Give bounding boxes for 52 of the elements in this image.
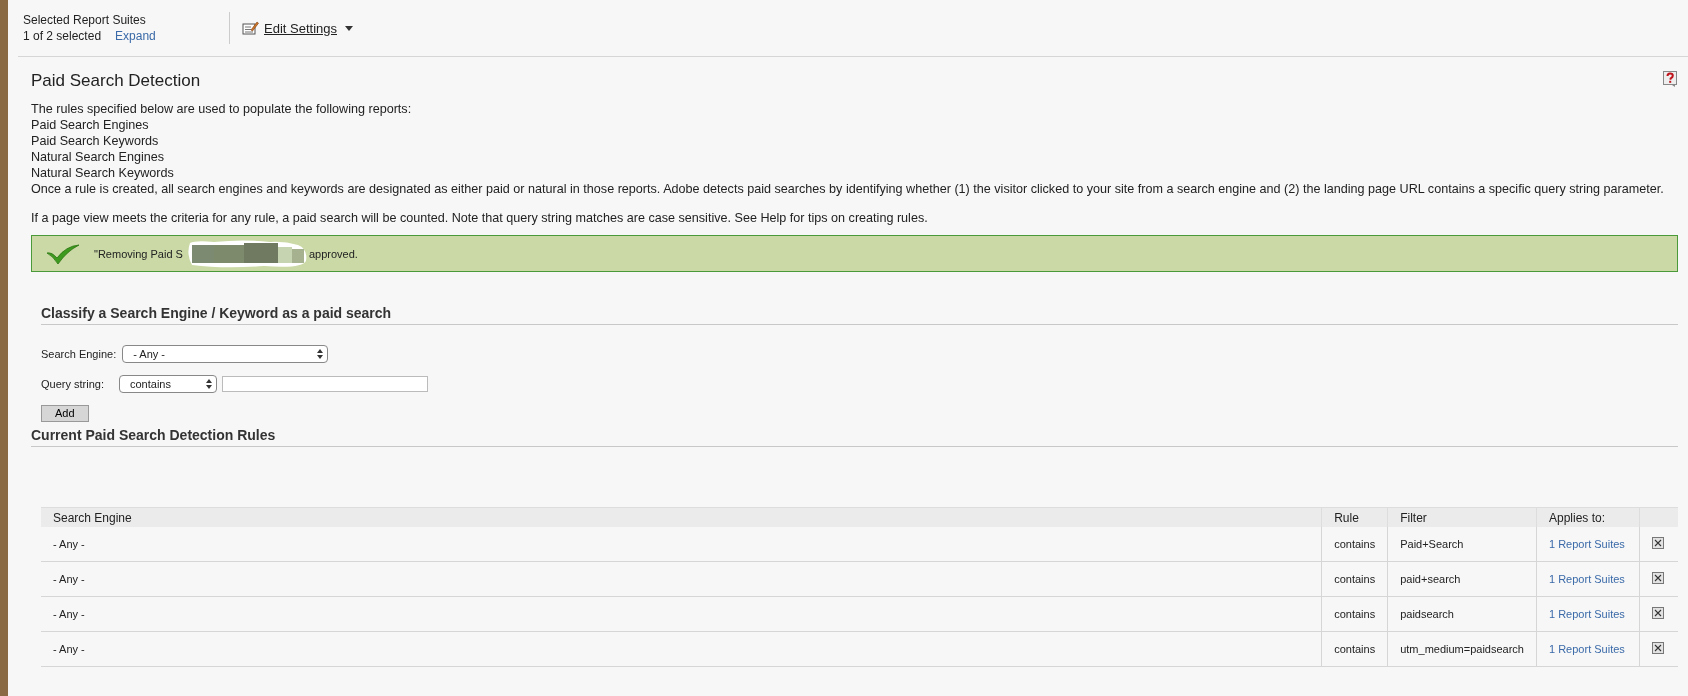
table-cell: - Any - [41,596,1322,632]
checkmark-icon [46,242,80,265]
suites-label: Selected Report Suites [23,12,147,28]
column-header: Rule [1321,507,1388,527]
table-cell: contains [1321,631,1388,667]
edit-document-icon [242,21,259,35]
expand-link[interactable]: Expand [115,28,156,44]
table-cell: paid+search [1387,561,1537,597]
search-engine-select[interactable]: - Any - [122,345,329,363]
table-cell: contains [1321,561,1388,597]
table-cell: contains [1321,596,1388,632]
delete-icon[interactable] [1652,607,1664,619]
field-label: Query string: [41,378,105,390]
report-suites-link[interactable]: 1 Report Suites [1549,608,1625,620]
delete-icon[interactable] [1652,642,1664,654]
operator-select[interactable]: contains [119,375,217,393]
intro-text: Paid Search Keywords [31,133,160,149]
help-icon[interactable] [1663,71,1678,87]
intro-text: Paid Search Engines [31,117,150,133]
edit-settings-menu[interactable]: Edit Settings [238,18,357,38]
select-arrows-icon [206,379,212,389]
table-cell: - Any - [41,527,1322,562]
page-title: Paid Search Detection [31,71,201,91]
intro-text: Natural Search Keywords [31,165,175,181]
table-cell: paidsearch [1387,596,1537,632]
banner-text: "Removing Paid S [94,247,183,260]
select-arrows-icon [317,349,324,359]
caret-icon [345,25,353,31]
note-text: If a page view meets the criteria for any rule, a paid search will be counted. Note that query string matches are case sensitive. See Help for tips on creating rules. [31,211,929,225]
intro-text: Once a rule is created, all search engines and keywords are designated as either paid or natural in those reports. Adobe detects paid searches by identifying whether (1) the visitor clicked to your site from a search engine and (2) the landing page URL contains a specific query string parameter. [31,181,1665,197]
column-header: Filter [1387,507,1537,527]
table-cell: - Any - [41,631,1322,667]
delete-icon[interactable] [1652,537,1664,549]
delete-icon[interactable] [1652,572,1664,584]
table-cell: utm_medium=paidsearch [1387,631,1537,667]
selected-count: 1 of 2 selected [23,28,102,44]
banner-text: approved. [308,247,358,260]
table-cell: contains [1321,527,1388,562]
section-heading: Current Paid Search Detection Rules [31,427,1678,447]
column-header: Search Engine [41,507,1322,527]
report-suites-link[interactable]: 1 Report Suites [1549,573,1625,585]
report-suites-link[interactable]: 1 Report Suites [1549,538,1625,550]
report-suites-link[interactable]: 1 Report Suites [1549,643,1625,655]
add-button[interactable]: Add [41,405,89,422]
section-heading: Classify a Search Engine / Keyword as a paid search [41,305,1678,325]
intro-text: Natural Search Engines [31,149,165,165]
column-header: Applies to: [1536,507,1640,527]
intro-text: The rules specified below are used to populate the following reports: [31,101,413,117]
field-label: Search Engine: [41,348,118,360]
query-string-field[interactable] [222,376,428,392]
table-cell: - Any - [41,561,1322,597]
table-cell: Paid+Search [1387,527,1537,562]
